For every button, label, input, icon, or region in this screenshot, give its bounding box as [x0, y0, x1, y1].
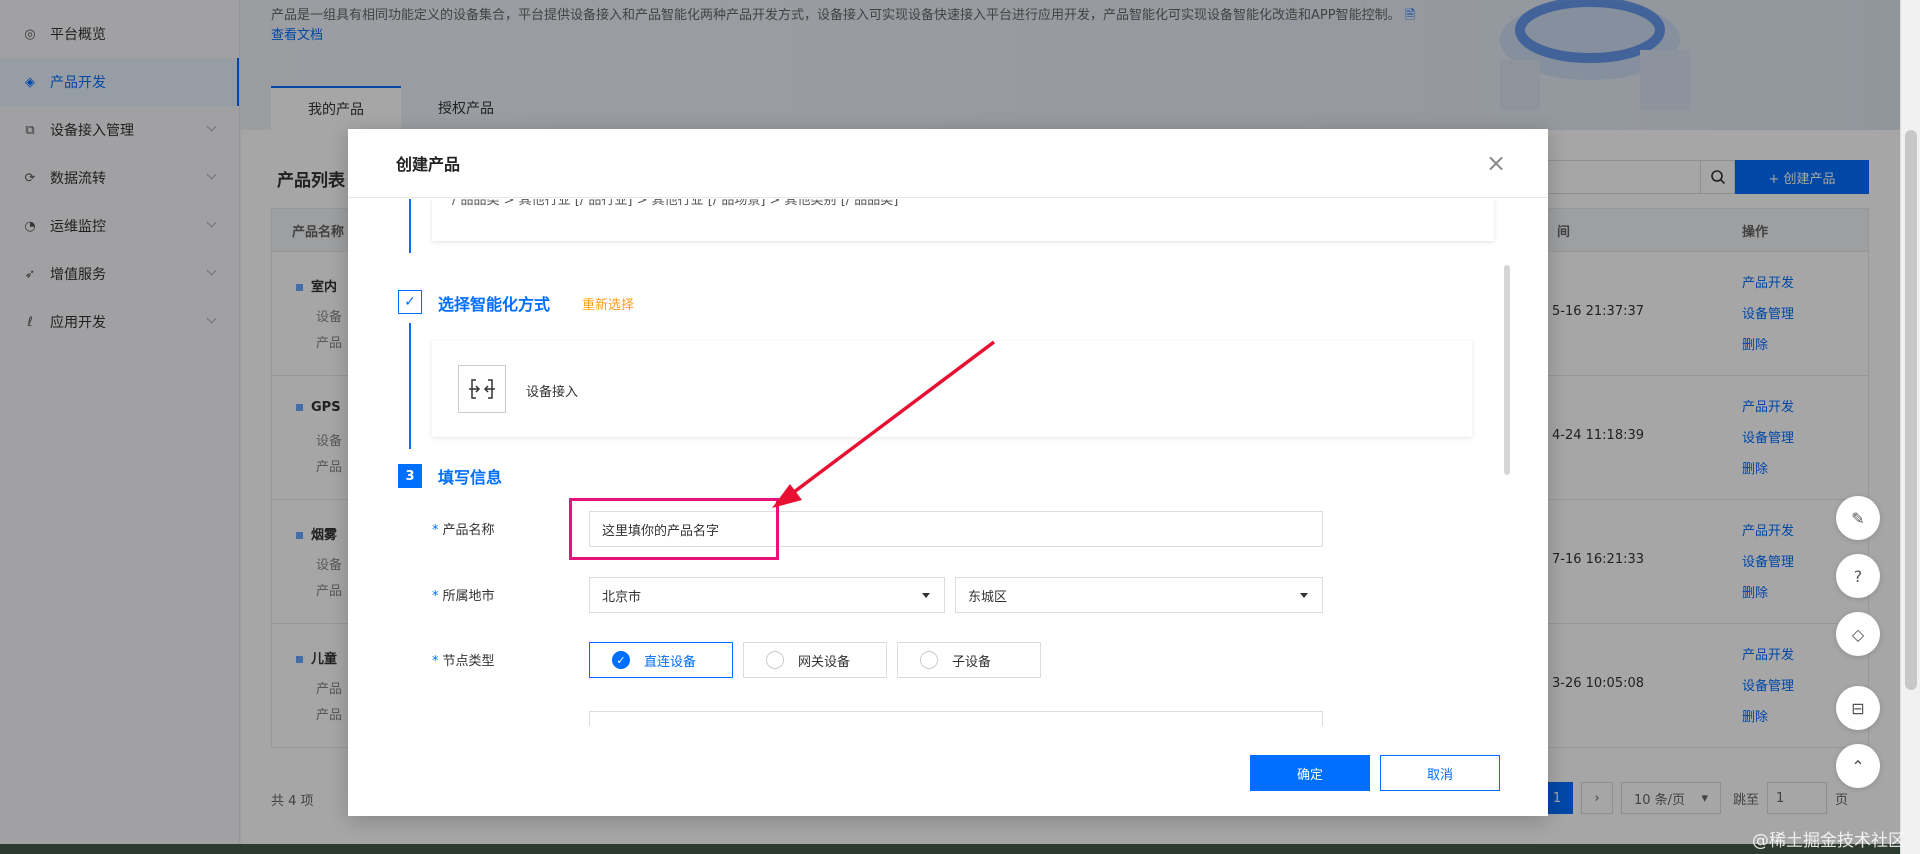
radio-circle-icon — [766, 651, 784, 669]
service-button[interactable]: ◇ — [1836, 612, 1880, 656]
collapse-button[interactable]: ⊟ — [1836, 686, 1880, 730]
radio-circle-icon — [920, 651, 938, 669]
edit-icon: ✎ — [1851, 508, 1865, 528]
dialog-body: / 品品类 > 其他行业 [/ 品行业] > 其他行业 [/ 品场景] > 其他… — [348, 199, 1548, 726]
city-label: * 所属地市 — [432, 589, 495, 604]
city-select[interactable]: 北京市 — [589, 577, 945, 613]
step-number: 3 — [398, 464, 422, 488]
minus-box-icon: ⊟ — [1851, 698, 1865, 718]
create-product-dialog: 创建产品 × / 品品类 > 其他行业 [/ 品行业] > 其他行业 [/ 品场… — [348, 129, 1548, 816]
node-type-group: ✓ 直连设备 网关设备 子设备 — [589, 642, 1329, 678]
caret-down-icon — [922, 593, 930, 598]
node-type-label: * 节点类型 — [432, 654, 495, 669]
cancel-button[interactable]: 取消 — [1380, 755, 1500, 791]
device-access-icon — [458, 365, 506, 413]
dialog-header: 创建产品 × — [348, 129, 1548, 198]
next-field-partial[interactable] — [589, 711, 1323, 726]
annotation-highlight-box — [569, 498, 779, 560]
access-mode-label: 设备接入 — [526, 385, 579, 400]
node-type-label-text: 节点类型 — [442, 654, 495, 669]
radio-sub-device[interactable]: 子设备 — [897, 642, 1041, 678]
page-scrollbar[interactable] — [1900, 0, 1920, 854]
caret-down-icon — [1300, 593, 1308, 598]
check-circle-icon: ✓ — [612, 651, 630, 669]
step-connector — [409, 323, 411, 449]
step-check-icon: ✓ — [398, 290, 422, 314]
close-icon[interactable]: × — [1484, 151, 1508, 175]
taskbar-strip — [0, 844, 1900, 854]
product-name-label: * 产品名称 — [432, 523, 495, 538]
question-icon: ? — [1853, 566, 1863, 586]
confirm-button[interactable]: 确定 — [1250, 755, 1370, 791]
back-to-top-button[interactable]: ⌃ — [1836, 744, 1880, 788]
radio-label: 直连设备 — [644, 654, 697, 670]
help-button[interactable]: ? — [1836, 554, 1880, 598]
city-select-value: 北京市 — [602, 589, 642, 605]
product-name-label-text: 产品名称 — [442, 523, 495, 538]
step-connector — [409, 199, 411, 253]
radio-gateway-device[interactable]: 网关设备 — [743, 642, 887, 678]
watermark: @稀土掘金技术社区 — [1752, 831, 1905, 851]
dialog-title: 创建产品 — [396, 155, 461, 174]
radio-label: 子设备 — [952, 654, 992, 670]
feedback-button[interactable]: ✎ — [1836, 496, 1880, 540]
category-summary-text: / 品品类 > 其他行业 [/ 品行业] > 其他行业 [/ 品场景] > 其他… — [452, 199, 899, 208]
radio-direct-device[interactable]: ✓ 直连设备 — [589, 642, 733, 678]
support-icon: ◇ — [1851, 624, 1865, 644]
dialog-scrollbar-thumb[interactable] — [1504, 265, 1510, 475]
dialog-footer: 确定 取消 — [348, 755, 1548, 795]
district-select-value: 东城区 — [968, 589, 1008, 605]
scrollbar-thumb[interactable] — [1905, 130, 1917, 690]
city-label-text: 所属地市 — [442, 589, 495, 604]
floating-toolbar: ✎ ? ◇ ⊟ ⌃ — [1836, 496, 1880, 788]
category-summary-card: / 品品类 > 其他行业 [/ 品行业] > 其他行业 [/ 品场景] > 其他… — [432, 199, 1494, 241]
district-select[interactable]: 东城区 — [955, 577, 1323, 613]
reselect-link[interactable]: 重新选择 — [582, 294, 634, 313]
step3-title: 填写信息 — [438, 468, 503, 487]
access-mode-card[interactable]: 设备接入 — [432, 341, 1472, 437]
arrow-up-icon: ⌃ — [1851, 756, 1865, 776]
radio-label: 网关设备 — [798, 654, 851, 670]
step2-title: 选择智能化方式 — [438, 295, 551, 314]
